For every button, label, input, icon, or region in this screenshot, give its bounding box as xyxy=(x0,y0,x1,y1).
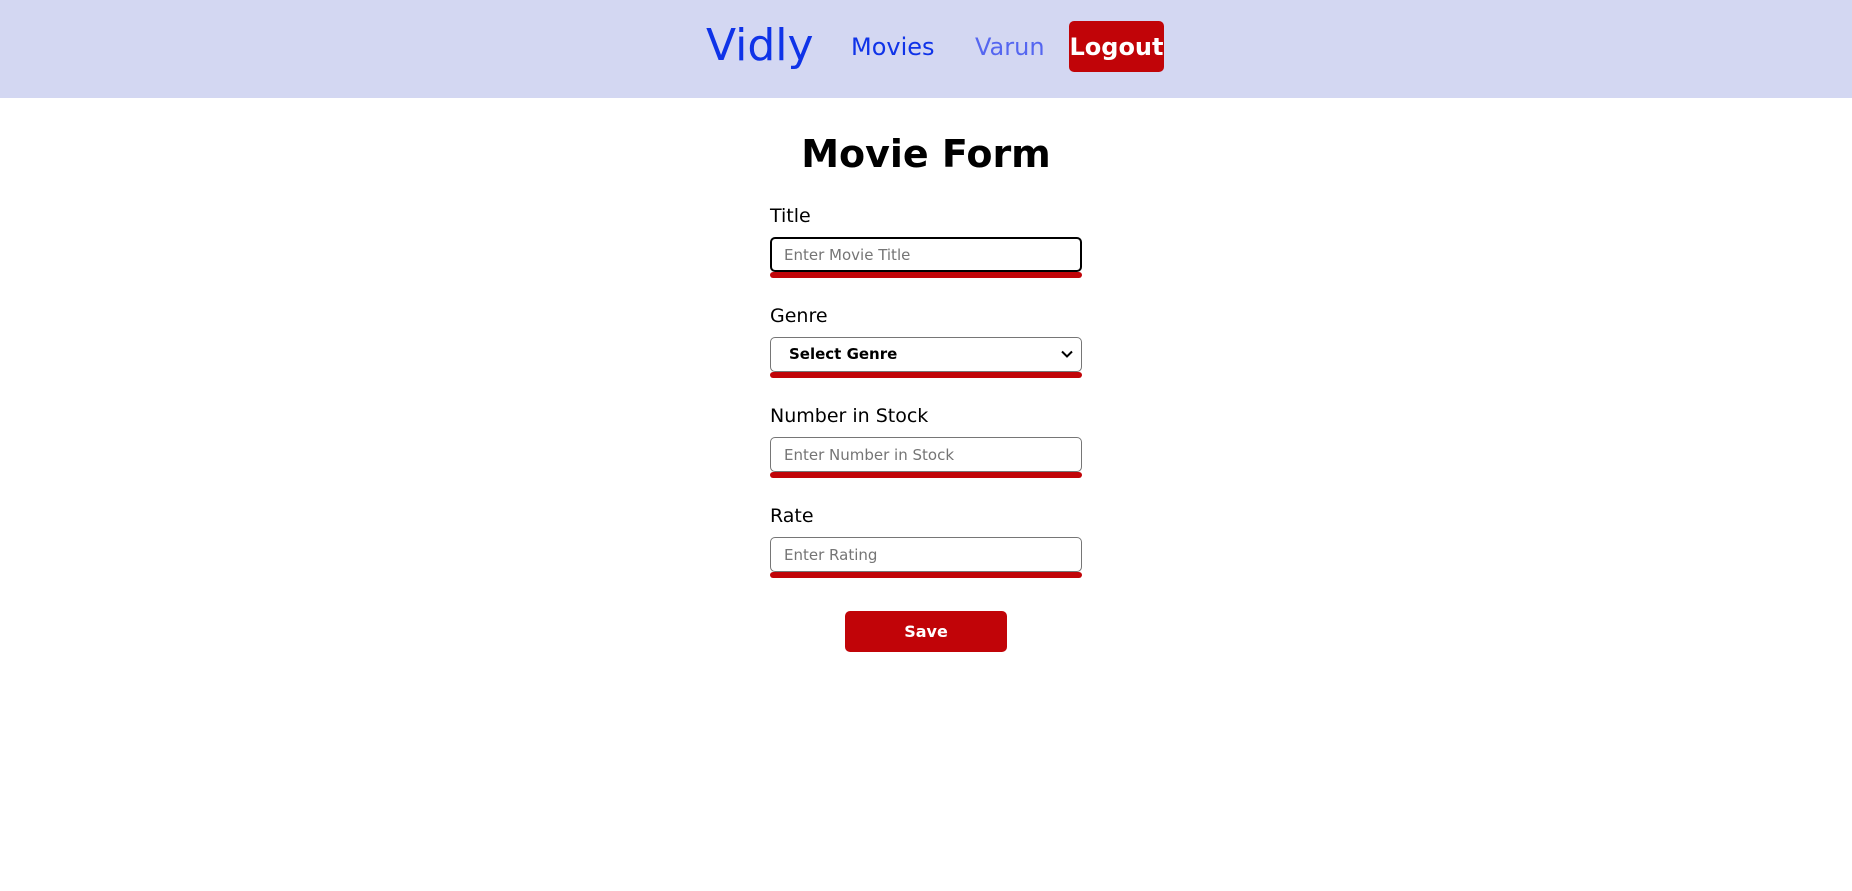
page-title: Movie Form xyxy=(801,132,1051,176)
title-input[interactable] xyxy=(770,237,1082,272)
save-button[interactable]: Save xyxy=(845,611,1007,652)
nav-user-link[interactable]: Varun xyxy=(975,33,1045,61)
genre-error-bar xyxy=(770,372,1082,378)
stock-error-bar xyxy=(770,472,1082,478)
title-error-bar xyxy=(770,272,1082,278)
genre-select[interactable]: Select Genre xyxy=(770,337,1082,372)
stock-input[interactable] xyxy=(770,437,1082,472)
nav-movies-link[interactable]: Movies xyxy=(851,33,935,61)
rate-input[interactable] xyxy=(770,537,1082,572)
stock-label: Number in Stock xyxy=(770,405,929,427)
chevron-down-icon xyxy=(1061,350,1073,358)
logout-button[interactable]: Logout xyxy=(1069,21,1164,72)
rate-label: Rate xyxy=(770,505,814,527)
genre-selected-value: Select Genre xyxy=(789,345,898,363)
navbar: Vidly Movies Varun Logout xyxy=(0,0,1852,98)
title-label: Title xyxy=(770,205,811,227)
genre-label: Genre xyxy=(770,305,828,327)
rate-error-bar xyxy=(770,572,1082,578)
brand-link[interactable]: Vidly xyxy=(706,18,814,74)
